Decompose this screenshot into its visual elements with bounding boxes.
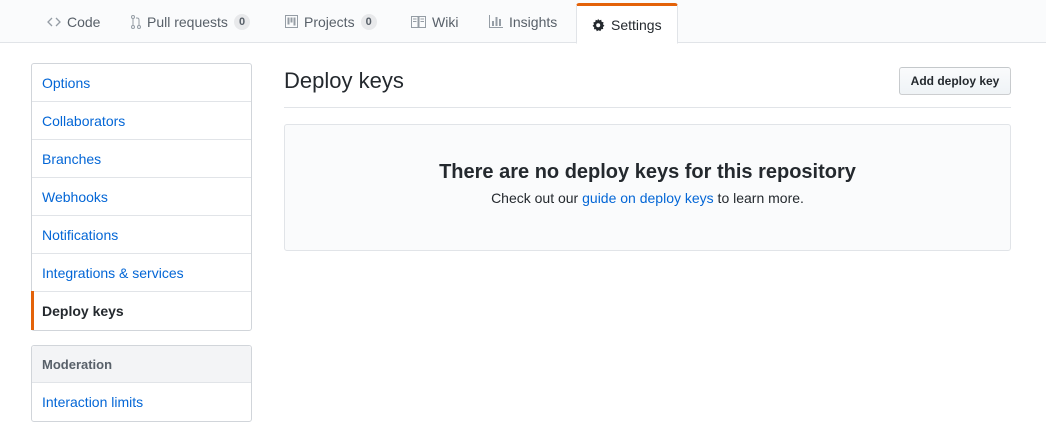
tab-label: Settings [611, 16, 662, 33]
project-icon [285, 15, 298, 28]
deploy-keys-guide-link[interactable]: guide on deploy keys [582, 190, 714, 206]
sidebar-item-integrations[interactable]: Integrations & services [32, 254, 251, 292]
sidebar-item-collaborators[interactable]: Collaborators [32, 102, 251, 140]
repo-nav: Code Pull requests 0 Projects 0 Wiki Ins… [0, 0, 1046, 44]
tab-projects[interactable]: Projects 0 [285, 0, 377, 43]
sidebar-item-webhooks[interactable]: Webhooks [32, 178, 251, 216]
gear-icon [591, 18, 605, 32]
sidebar-item-label: Options [42, 74, 91, 91]
blankslate-heading: There are no deploy keys for this reposi… [439, 161, 856, 183]
git-pull-request-icon [131, 14, 141, 29]
count-badge: 0 [360, 13, 377, 30]
code-icon [47, 16, 61, 28]
tab-code[interactable]: Code [47, 0, 100, 43]
settings-menu: Options Collaborators Branches Webhooks … [31, 63, 252, 331]
blankslate-text-after: to learn more. [713, 190, 804, 206]
tab-pull-requests[interactable]: Pull requests 0 [131, 0, 251, 43]
sidebar-item-label: Collaborators [42, 112, 126, 129]
sidebar-item-label: Deploy keys [42, 303, 124, 319]
tab-label: Wiki [432, 13, 459, 30]
sidebar-item-label: Integrations & services [42, 264, 184, 281]
sidebar-item-options[interactable]: Options [32, 64, 251, 102]
book-icon [411, 15, 426, 28]
tab-label: Pull requests [147, 13, 228, 30]
sidebar-item-label: Branches [42, 150, 102, 167]
sidebar-item-branches[interactable]: Branches [32, 140, 251, 178]
count-badge: 0 [233, 13, 251, 30]
moderation-menu: Moderation Interaction limits [31, 345, 252, 422]
tab-label: Code [67, 13, 101, 30]
moderation-heading: Moderation [32, 346, 251, 383]
sidebar-item-label: Interaction limits [42, 394, 144, 410]
tab-settings[interactable]: Settings [576, 3, 678, 44]
sidebar-item-label: Webhooks [42, 188, 108, 205]
tab-insights[interactable]: Insights [489, 0, 557, 43]
graph-icon [489, 15, 503, 28]
sidebar-item-interaction-limits[interactable]: Interaction limits [32, 383, 251, 421]
tab-wiki[interactable]: Wiki [411, 0, 458, 43]
sidebar-item-notifications[interactable]: Notifications [32, 216, 251, 254]
blankslate: There are no deploy keys for this reposi… [284, 124, 1011, 251]
blankslate-text: Check out our guide on deploy keys to le… [285, 190, 1010, 206]
tab-label: Projects [304, 13, 355, 30]
blankslate-text-before: Check out our [491, 190, 583, 206]
tab-label: Insights [509, 13, 558, 30]
sidebar-item-deploy-keys[interactable]: Deploy keys [31, 291, 251, 330]
subhead: Deploy keys Add deploy key [284, 63, 1011, 108]
page-title: Deploy keys [284, 68, 404, 93]
sidebar-item-label: Notifications [42, 226, 119, 243]
add-deploy-key-button[interactable]: Add deploy key [899, 67, 1011, 95]
